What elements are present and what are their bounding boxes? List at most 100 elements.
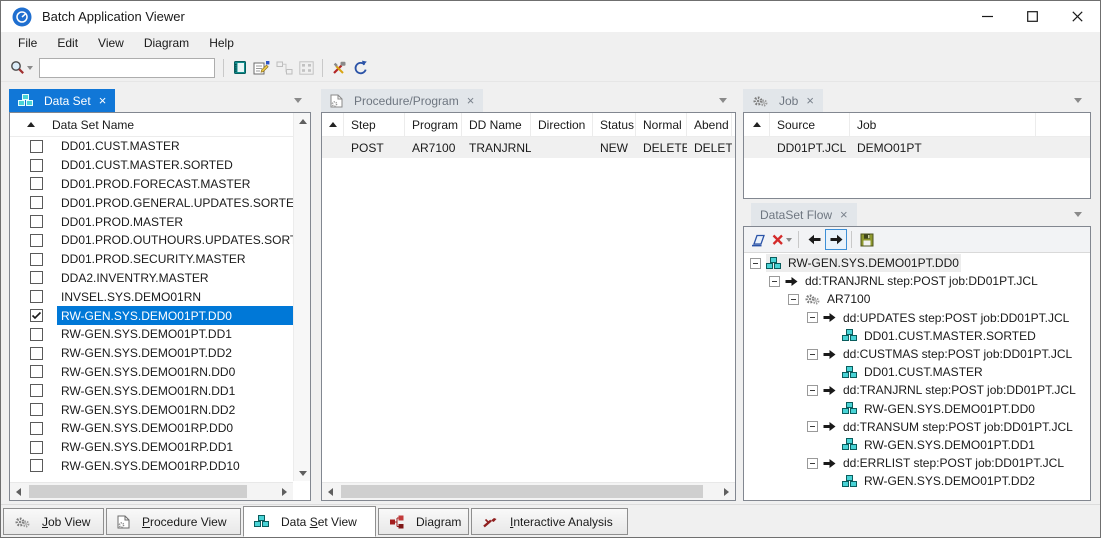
- dataset-checkbox[interactable]: [30, 290, 43, 303]
- tree-collapse-toggle[interactable]: [769, 276, 780, 287]
- dataset-vertical-scrollbar[interactable]: [293, 113, 310, 481]
- view-tab-job-view[interactable]: Job View: [3, 508, 104, 535]
- dataset-checkbox[interactable]: [30, 159, 43, 172]
- flow-tree-node[interactable]: RW-GEN.SYS.DEMO01PT.DD0: [744, 254, 1090, 272]
- dataset-list-item[interactable]: DD01.PROD.MASTER: [10, 212, 293, 231]
- dataset-checkbox[interactable]: [30, 196, 43, 209]
- dataset-list-item[interactable]: DD01.CUST.MASTER: [10, 137, 293, 156]
- dataset-list-header[interactable]: Data Set Name: [10, 113, 310, 137]
- flow-tree-node[interactable]: RW-GEN.SYS.DEMO01PT.DD1: [744, 436, 1090, 454]
- column-header-program[interactable]: Program: [405, 113, 462, 136]
- dataset-checkbox[interactable]: [30, 271, 43, 284]
- flow-tree-node[interactable]: dd:UPDATES step:POST job:DD01PT.JCL: [744, 309, 1090, 327]
- view-tab-data-set-view[interactable]: Data Set View: [243, 506, 376, 537]
- dataset-list-item[interactable]: RW-GEN.SYS.DEMO01RN.DD2: [10, 400, 293, 419]
- tree-collapse-toggle[interactable]: [807, 421, 818, 432]
- scroll-left-button[interactable]: [10, 483, 27, 500]
- flow-tree-node[interactable]: dd:TRANJRNL step:POST job:DD01PT.JCL: [744, 381, 1090, 399]
- column-header-abend[interactable]: Abend: [687, 113, 732, 136]
- tab-dataset-flow[interactable]: DataSet Flow ×: [751, 203, 857, 226]
- flow-tree-node[interactable]: dd:TRANSUM step:POST job:DD01PT.JCL: [744, 418, 1090, 436]
- column-header-status[interactable]: Status: [593, 113, 636, 136]
- column-header-source[interactable]: Source: [770, 113, 850, 136]
- dataset-list-item[interactable]: INVSEL.SYS.DEMO01RN: [10, 287, 293, 306]
- navigate-back-button[interactable]: [803, 229, 825, 250]
- scrollbar-thumb[interactable]: [29, 485, 247, 498]
- dataset-checkbox[interactable]: [30, 309, 43, 322]
- dataset-checkbox[interactable]: [30, 422, 43, 435]
- dataset-list-item[interactable]: DD01.PROD.FORECAST.MASTER: [10, 175, 293, 194]
- dataset-checkbox[interactable]: [30, 234, 43, 247]
- flow-tree-node[interactable]: DD01.CUST.MASTER: [744, 363, 1090, 381]
- dataset-checkbox[interactable]: [30, 384, 43, 397]
- close-icon[interactable]: ×: [806, 94, 814, 107]
- menu-item-file[interactable]: File: [8, 33, 47, 53]
- refresh-button[interactable]: [349, 57, 371, 79]
- tree-collapse-toggle[interactable]: [807, 312, 818, 323]
- view-tab-procedure-view[interactable]: Procedure View: [106, 508, 241, 535]
- flow-tree-node[interactable]: dd:CUSTMAS step:POST job:DD01PT.JCL: [744, 345, 1090, 363]
- dataset-list-item[interactable]: RW-GEN.SYS.DEMO01RP.DD10: [10, 457, 293, 476]
- scroll-left-button[interactable]: [322, 483, 339, 500]
- tree-collapse-toggle[interactable]: [788, 294, 799, 305]
- column-header-normal[interactable]: Normal: [636, 113, 687, 136]
- dataset-checkbox[interactable]: [30, 403, 43, 416]
- dataset-checkbox[interactable]: [30, 177, 43, 190]
- dataset-checkbox[interactable]: [30, 365, 43, 378]
- export-flow-button[interactable]: [748, 229, 770, 250]
- dataset-checkbox[interactable]: [30, 459, 43, 472]
- dataset-checkbox[interactable]: [30, 215, 43, 228]
- properties-button[interactable]: [250, 57, 273, 79]
- remove-node-button[interactable]: [770, 229, 794, 250]
- dataset-list-item[interactable]: RW-GEN.SYS.DEMO01RP.DD0: [10, 419, 293, 438]
- column-header-step[interactable]: Step: [344, 113, 405, 136]
- tree-collapse-toggle[interactable]: [807, 458, 818, 469]
- save-flow-button[interactable]: [856, 229, 878, 250]
- close-icon[interactable]: ×: [467, 94, 475, 107]
- panel-menu-chevron-icon[interactable]: [719, 98, 727, 103]
- dataset-list-item[interactable]: DD01.PROD.GENERAL.UPDATES.SORTED: [10, 193, 293, 212]
- dataset-name-column-header[interactable]: Data Set Name: [52, 118, 134, 132]
- dataset-list-item[interactable]: RW-GEN.SYS.DEMO01RP.DD1: [10, 438, 293, 457]
- panel-menu-chevron-icon[interactable]: [294, 98, 302, 103]
- view-tab-diagram[interactable]: Diagram: [378, 508, 469, 535]
- dataset-list-item[interactable]: RW-GEN.SYS.DEMO01PT.DD0: [10, 306, 293, 325]
- column-header-direction[interactable]: Direction: [531, 113, 593, 136]
- view-tab-interactive-analysis[interactable]: Interactive Analysis: [471, 508, 628, 535]
- close-icon[interactable]: ×: [840, 208, 848, 221]
- tab-job[interactable]: Job ×: [743, 89, 823, 112]
- scroll-right-button[interactable]: [718, 483, 735, 500]
- dataset-list-item[interactable]: DD01.PROD.OUTHOURS.UPDATES.SORTED: [10, 231, 293, 250]
- panel-menu-chevron-icon[interactable]: [1074, 212, 1082, 217]
- dataset-list-item[interactable]: RW-GEN.SYS.DEMO01PT.DD2: [10, 344, 293, 363]
- dataset-list-item[interactable]: RW-GEN.SYS.DEMO01RN.DD1: [10, 381, 293, 400]
- dataset-horizontal-scrollbar[interactable]: [10, 482, 293, 500]
- menu-item-view[interactable]: View: [88, 33, 134, 53]
- flow-tree-node[interactable]: DD01.CUST.MASTER.SORTED: [744, 327, 1090, 345]
- search-input[interactable]: [39, 58, 215, 78]
- tab-data-set[interactable]: Data Set ×: [9, 89, 115, 112]
- scroll-right-button[interactable]: [276, 483, 293, 500]
- customize-tools-button[interactable]: [328, 57, 349, 79]
- tree-collapse-toggle[interactable]: [807, 349, 818, 360]
- dataset-list-item[interactable]: DDA2.INVENTRY.MASTER: [10, 269, 293, 288]
- scroll-up-button[interactable]: [294, 113, 311, 129]
- navigate-forward-button[interactable]: [825, 229, 847, 250]
- dataset-list-item[interactable]: RW-GEN.SYS.DEMO01RN.DD0: [10, 363, 293, 382]
- maximize-button[interactable]: [1010, 1, 1055, 32]
- close-button[interactable]: [1055, 1, 1100, 32]
- scrollbar-thumb[interactable]: [341, 485, 703, 498]
- sort-column-header[interactable]: [322, 113, 344, 136]
- menu-item-diagram[interactable]: Diagram: [134, 33, 199, 53]
- dataset-checkbox[interactable]: [30, 441, 43, 454]
- procedure-horizontal-scrollbar[interactable]: [322, 482, 735, 500]
- search-scope-button[interactable]: [7, 57, 36, 79]
- dataset-list-item[interactable]: DD01.PROD.SECURITY.MASTER: [10, 250, 293, 269]
- column-header-dd-name[interactable]: DD Name: [462, 113, 531, 136]
- flow-tree-node[interactable]: AR7100: [744, 290, 1090, 308]
- tree-collapse-toggle[interactable]: [807, 385, 818, 396]
- tree-collapse-toggle[interactable]: [750, 258, 761, 269]
- dataset-checkbox[interactable]: [30, 328, 43, 341]
- flow-tree-node[interactable]: dd:ERRLIST step:POST job:DD01PT.JCL: [744, 454, 1090, 472]
- procedure-row[interactable]: POSTAR7100TRANJRNLNEWDELETEDELETE: [322, 137, 735, 158]
